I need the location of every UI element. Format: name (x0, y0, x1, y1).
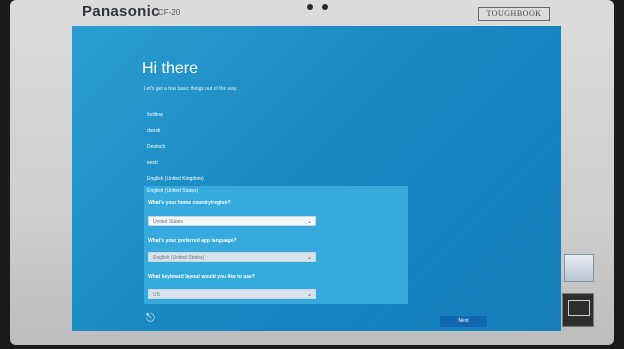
country-value: United States (153, 219, 184, 225)
toughbook-badge: TOUGHBOOK (478, 7, 550, 21)
keyboard-question: What keyboard layout would you like to u… (148, 274, 255, 280)
language-item[interactable]: English (United Kingdom) (147, 176, 204, 182)
keyboard-select[interactable]: US ⌄ (148, 289, 316, 299)
country-question: What's your home country/region? (148, 200, 231, 206)
page-subtitle: Let's get a few basic things out of the … (144, 86, 238, 92)
page-title: Hi there (142, 60, 199, 77)
chevron-down-icon: ⌄ (306, 292, 312, 298)
energy-sticker (562, 293, 594, 327)
chevron-down-icon: ⌄ (306, 255, 312, 261)
setup-screen: Hi there Let's get a few basic things ou… (72, 26, 561, 331)
selected-language-panel: English (United States) What's your home… (144, 186, 408, 304)
accessibility-icon[interactable]: ⎋ (146, 312, 155, 325)
app-language-question: What's your preferred app language? (148, 238, 237, 244)
next-button[interactable]: Next (440, 316, 487, 327)
chevron-down-icon: ⌄ (306, 219, 312, 225)
app-language-value: English (United States) (153, 255, 205, 261)
language-item[interactable]: dansk (147, 128, 160, 134)
language-item[interactable]: čeština (147, 112, 163, 118)
intel-sticker (564, 254, 594, 282)
app-language-select[interactable]: English (United States) ⌄ (148, 252, 316, 262)
keyboard-value: US (153, 292, 160, 298)
model-label: CF-20 (158, 8, 181, 17)
device-bezel: Panasonic CF-20 TOUGHBOOK Hi there Let's… (10, 0, 614, 345)
camera-icon (307, 4, 313, 10)
sensor-icon (322, 4, 328, 10)
language-item[interactable]: Deutsch (147, 144, 165, 150)
language-item[interactable]: eesti (147, 160, 158, 166)
brand-logo: Panasonic (82, 3, 160, 20)
country-select[interactable]: United States ⌄ (148, 216, 316, 226)
selected-language-label[interactable]: English (United States) (147, 188, 198, 194)
